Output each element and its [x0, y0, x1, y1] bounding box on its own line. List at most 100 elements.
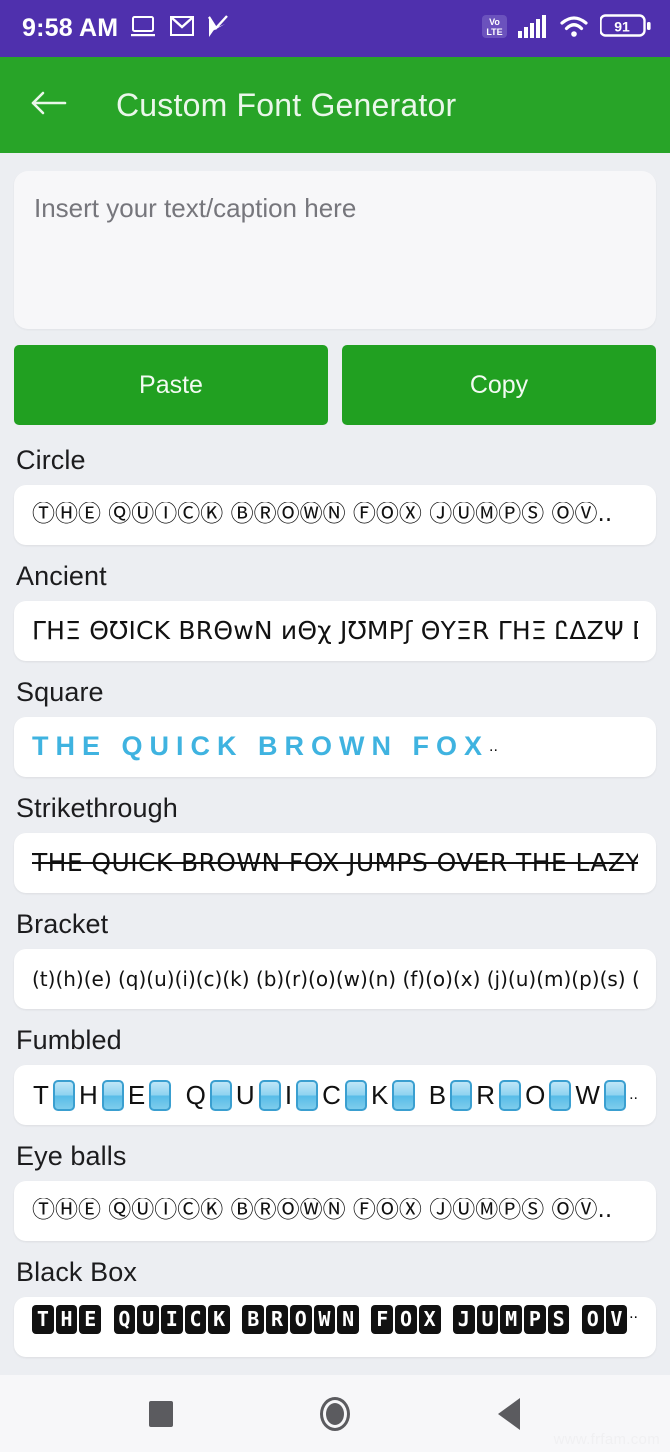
tofu-box-glyph [392, 1079, 415, 1111]
sample-letter: U [235, 1079, 255, 1110]
black-box-letter: M [500, 1305, 523, 1334]
status-clock: 9:58 AM [22, 14, 119, 42]
sample-letter: H [79, 1079, 98, 1110]
font-sample-text: (t)(h)(e) (q)(u)(i)(c)(k) (b)(r)(o)(w)(n… [32, 968, 638, 990]
paste-button[interactable]: Paste [14, 345, 328, 425]
black-box-letter: U [137, 1305, 159, 1334]
font-sample-card[interactable]: THE QUICK BROWN FOX .. [14, 717, 656, 777]
svg-text:Vo: Vo [489, 17, 500, 27]
page-title: Custom Font Generator [116, 86, 457, 123]
black-box-letter: O [581, 1305, 604, 1334]
sample-letter: K [371, 1079, 389, 1110]
font-row-label: Strikethrough [16, 793, 178, 823]
triangle-back-icon [498, 1397, 520, 1430]
font-sample-card[interactable]: THEQUICKBROWNFOXJUMPSOV .. [14, 1297, 656, 1357]
font-sample-ellipsis: .. [629, 1086, 638, 1103]
battery-icon: 91 [599, 13, 652, 44]
system-nav-bar: www.frfam.com [0, 1375, 670, 1452]
tofu-box-glyph [52, 1079, 75, 1111]
font-row-circle: Circle ⓉⒽⒺ ⓆⓊⒾⒸⓀ ⒷⓇⓄⓌⓃ ⒻⓄⓍ ⒿⓊⓂⓅⓈ ⓄⓋ.. [0, 445, 670, 545]
text-input-placeholder: Insert your text/caption here [34, 193, 357, 223]
font-row-label: Eye balls [16, 1141, 127, 1171]
black-box-letter: S [547, 1305, 570, 1334]
font-sample-text: THE QUICK BROWN FOX [32, 732, 489, 762]
tofu-box-glyph [549, 1079, 572, 1111]
back-nav-button[interactable] [482, 1387, 536, 1441]
font-row-square: Square THE QUICK BROWN FOX .. [0, 677, 670, 777]
sample-letter: Q [185, 1079, 206, 1110]
font-row-strikethrough: Strikethrough THE QUICK BROWN FOX JUMPS … [0, 793, 670, 893]
black-box-letter: K [208, 1305, 231, 1334]
font-sample-text: THE QUICK BROWN FOX JUMPS OVER THE LAZY.… [32, 849, 638, 877]
status-bar-right: Vo LTE 91 [482, 13, 652, 44]
font-sample-card[interactable]: ⓉⒽⒺ ⓆⓊⒾⒸⓀ ⒷⓇⓄⓌⓃ ⒻⓄⓍ ⒿⓊⓂⓅⓈ ⓄⓋ.. [14, 1181, 656, 1241]
font-row-label: Bracket [16, 909, 109, 939]
font-sample-card[interactable]: ⓉⒽⒺ ⓆⓊⒾⒸⓀ ⒷⓇⓄⓌⓃ ⒻⓄⓍ ⒿⓊⓂⓅⓈ ⓄⓋ.. [14, 485, 656, 545]
cast-screen-icon [131, 15, 157, 42]
sample-letter: B [428, 1079, 447, 1110]
black-box-letter: V [605, 1305, 628, 1334]
back-button[interactable] [26, 82, 72, 128]
recents-button[interactable] [134, 1387, 188, 1441]
sample-letter: O [525, 1079, 546, 1110]
tofu-box-glyph [603, 1079, 627, 1111]
black-box-letter: U [476, 1305, 499, 1334]
gmail-icon [170, 16, 195, 41]
font-style-list: Circle ⓉⒽⒺ ⓆⓊⒾⒸⓀ ⒷⓇⓄⓌⓃ ⒻⓄⓍ ⒿⓊⓂⓅⓈ ⓄⓋ.. An… [0, 445, 670, 1357]
sample-letter: R [476, 1079, 495, 1110]
font-sample-ellipsis: .. [629, 1305, 638, 1322]
main-content: Insert your text/caption here Paste Copy… [0, 153, 670, 1375]
black-box-letter: H [55, 1305, 78, 1334]
home-button[interactable] [308, 1387, 362, 1441]
black-box-letter: Q [113, 1305, 136, 1334]
font-row-bracket: Bracket (t)(h)(e) (q)(u)(i)(c)(k) (b)(r)… [0, 909, 670, 1009]
font-sample-text: THE QUICK BROW [32, 1079, 629, 1111]
font-sample-card[interactable]: (t)(h)(e) (q)(u)(i)(c)(k) (b)(r)(o)(w)(n… [14, 949, 656, 1009]
font-row-ancient: Ancient ΓΗΞ ΘƱICK BRΘwN ᴎΘχ JƱMPʃ ΘYΞR Γ… [0, 561, 670, 661]
tofu-box-glyph [149, 1079, 172, 1111]
font-row-black-box: Black Box THEQUICKBROWNFOXJUMPSOV .. [0, 1257, 670, 1357]
font-sample-card[interactable]: THE QUICK BROW .. [14, 1065, 656, 1125]
sample-letter: C [322, 1079, 341, 1110]
signal-bars-icon [518, 14, 548, 44]
black-box-letter: J [452, 1305, 475, 1334]
tofu-box-glyph [296, 1079, 319, 1111]
square-recents-icon [149, 1400, 173, 1427]
black-box-letter: N [337, 1305, 359, 1334]
font-row-eye-balls: Eye balls ⓉⒽⒺ ⓆⓊⒾⒸⓀ ⒷⓇⓄⓌⓃ ⒻⓄⓍ ⒿⓊⓂⓅⓈ ⓄⓋ.. [0, 1141, 670, 1241]
phone-screen: 9:58 AM Vo LTE 91 Custom Font Generator … [0, 0, 670, 1452]
copy-button[interactable]: Copy [342, 345, 656, 425]
font-sample-text: ⓉⒽⒺ ⓆⓊⒾⒸⓀ ⒷⓇⓄⓌⓃ ⒻⓄⓍ ⒿⓊⓂⓅⓈ ⓄⓋ.. [32, 1198, 613, 1224]
font-sample-text: ⓉⒽⒺ ⓆⓊⒾⒸⓀ ⒷⓇⓄⓌⓃ ⒻⓄⓍ ⒿⓊⓂⓅⓈ ⓄⓋ.. [32, 502, 613, 528]
black-box-letter: T [32, 1305, 54, 1334]
font-sample-card[interactable]: THE QUICK BROWN FOX JUMPS OVER THE LAZY.… [14, 833, 656, 893]
font-sample-text: THEQUICKBROWNFOXJUMPSOV [32, 1305, 629, 1334]
font-sample-ellipsis: .. [489, 738, 498, 755]
wifi-icon [559, 14, 589, 44]
black-box-letter: E [79, 1305, 102, 1334]
font-row-fumbled: Fumbled THE QUICK BROW .. [0, 1025, 670, 1125]
font-row-label: Circle [16, 445, 86, 475]
status-bar: 9:58 AM Vo LTE 91 [0, 0, 670, 57]
sample-letter: I [284, 1079, 293, 1110]
tofu-box-glyph [498, 1079, 522, 1111]
tofu-box-glyph [450, 1079, 473, 1111]
checkmark-flag-icon [207, 14, 229, 43]
black-box-letter: F [371, 1305, 394, 1334]
font-row-label: Black Box [16, 1257, 137, 1287]
watermark: www.frfam.com [553, 1431, 660, 1448]
back-arrow-icon [29, 88, 69, 123]
sample-letter: E [127, 1079, 146, 1110]
black-box-letter: C [184, 1305, 207, 1334]
battery-percent-label: 91 [614, 19, 630, 35]
app-bar: Custom Font Generator [0, 57, 670, 153]
font-sample-card[interactable]: ΓΗΞ ΘƱICK BRΘwN ᴎΘχ JƱMPʃ ΘYΞR ΓΗΞ ᏝΔZΨ … [14, 601, 656, 661]
font-row-label: Ancient [16, 561, 107, 591]
sample-letter: W [575, 1079, 600, 1110]
black-box-letter: W [313, 1305, 336, 1334]
tofu-box-glyph [209, 1079, 232, 1111]
sample-letter: T [33, 1079, 49, 1110]
action-button-row: Paste Copy [14, 345, 656, 425]
font-sample-text: ΓΗΞ ΘƱICK BRΘwN ᴎΘχ JƱMPʃ ΘYΞR ΓΗΞ ᏝΔZΨ … [32, 617, 638, 645]
text-input-container[interactable]: Insert your text/caption here [14, 171, 656, 329]
